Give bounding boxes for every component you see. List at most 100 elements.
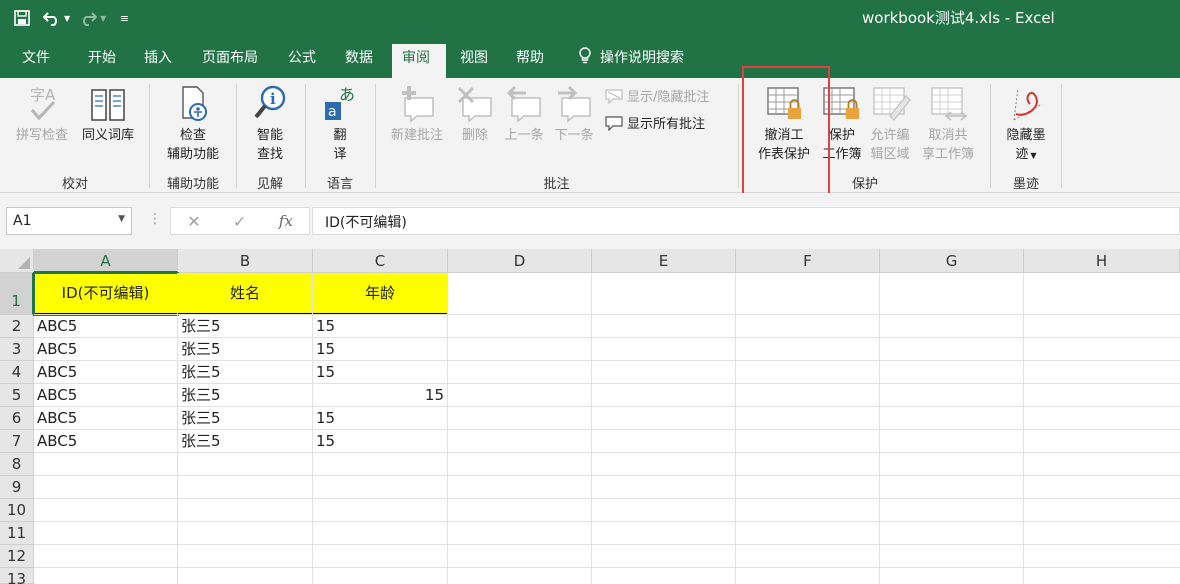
show-all-comments-icon [605,115,623,131]
window-title: workbook测试4.xls - Excel [862,9,1055,27]
enter-icon[interactable]: ✓ [233,212,246,231]
tab-home[interactable]: 开始 [78,44,126,78]
thesaurus-button[interactable]: 同义词库 [76,84,140,145]
cell-a1[interactable]: ID(不可编辑) [33,272,179,316]
next-comment-icon [558,85,591,123]
row-header[interactable]: 9 [0,476,34,499]
cell-b4[interactable]: 张三5 [178,361,313,384]
row-header[interactable]: 4 [0,361,34,384]
cell-c1[interactable]: 年龄 [313,273,448,315]
row-header[interactable]: 12 [0,545,34,568]
row-header[interactable]: 1 [0,273,34,315]
column-header-c[interactable]: C [313,249,448,273]
delete-comment-icon [457,86,492,123]
next-comment-button[interactable]: 下一条 [548,84,600,145]
formula-input[interactable]: ID(不可编辑) [312,207,1180,235]
group-separator [738,84,739,188]
cell-a4[interactable]: ABC5 [34,361,178,384]
show-hide-comment-button[interactable]: 显示/隐藏批注 [605,86,709,105]
book-icon [91,89,125,121]
column-header-h[interactable]: H [1024,249,1180,273]
customize-icon[interactable]: ≡ [112,6,136,30]
insert-function-icon[interactable]: fx [279,212,293,230]
redo-icon[interactable] [76,6,100,30]
tab-file[interactable]: 文件 [12,44,60,78]
cell-c2[interactable]: 15 [313,315,448,338]
row-header[interactable]: 3 [0,338,34,361]
column-header-f[interactable]: F [736,249,880,273]
hide-ink-button[interactable]: 隐藏墨 迹 ▼ [996,84,1056,165]
lightbulb-icon [579,47,591,64]
cell-b5[interactable]: 张三5 [178,384,313,407]
tab-insert[interactable]: 插入 [134,44,182,78]
row-header[interactable]: 7 [0,430,34,453]
row-header[interactable]: 11 [0,522,34,545]
more-icon[interactable]: ⋮ [148,211,162,227]
chevron-down-icon[interactable]: ▼ [118,214,125,224]
row-header[interactable]: 10 [0,499,34,522]
cell-a3[interactable]: ABC5 [34,338,178,361]
redo-dropdown-icon[interactable]: ▼ [100,14,106,23]
delete-comment-button[interactable]: 删除 [452,84,498,145]
cell-a6[interactable]: ABC5 [34,407,178,430]
column-header-d[interactable]: D [448,249,592,273]
cell-c4[interactable]: 15 [313,361,448,384]
column-header-g[interactable]: G [880,249,1024,273]
group-label-ink: 墨迹 [1012,177,1039,192]
show-all-comments-button[interactable]: 显示所有批注 [605,113,705,132]
cell-a2[interactable]: ABC5 [34,315,178,338]
tell-me-label: 操作说明搜索 [600,50,684,66]
check-accessibility-button[interactable]: 检查 辅助功能 [157,84,229,164]
new-comment-button[interactable]: 新建批注 [384,84,450,145]
row-header[interactable]: 5 [0,384,34,407]
cell-b1[interactable]: 姓名 [178,273,313,315]
svg-text:字A: 字A [30,86,56,104]
allow-edit-ranges-button[interactable]: 允许编 辑区域 [864,84,916,164]
column-header-a[interactable]: A [34,249,178,273]
unshare-workbook-button[interactable]: 取消共 享工作簿 [914,84,982,164]
translate-icon: aあ [325,85,355,120]
save-icon[interactable] [10,6,34,30]
column-header-b[interactable]: B [178,249,313,273]
cell-b7[interactable]: 张三5 [178,430,313,453]
tab-review[interactable]: 审阅 [392,44,446,78]
new-comment-icon [402,86,434,123]
cell-c3[interactable]: 15 [313,338,448,361]
translate-button[interactable]: aあ 翻 译 [312,84,368,164]
tab-page-layout[interactable]: 页面布局 [192,44,268,78]
title-bar: ▼ ▼ ≡ workbook测试4.xls - Excel [0,0,1180,36]
cell-c7[interactable]: 15 [313,430,448,453]
cell-a5[interactable]: ABC5 [34,384,178,407]
previous-comment-button[interactable]: 上一条 [498,84,550,145]
group-separator [305,84,306,188]
column-header-e[interactable]: E [592,249,736,273]
row-header[interactable]: 13 [0,568,34,584]
unshare-workbook-icon [931,87,968,121]
undo-icon[interactable] [40,6,64,30]
name-box[interactable]: A1 ▼ [6,207,132,235]
smart-lookup-button[interactable]: i 智能 查找 [242,84,298,164]
undo-dropdown-icon[interactable]: ▼ [64,14,70,23]
tell-me-search[interactable]: 操作说明搜索 [568,44,694,78]
svg-text:a: a [328,104,337,120]
row-header[interactable]: 6 [0,407,34,430]
cell-a7[interactable]: ABC5 [34,430,178,453]
cell-c6[interactable]: 15 [313,407,448,430]
hide-ink-icon [1013,87,1043,121]
row-header[interactable]: 8 [0,453,34,476]
tab-help[interactable]: 帮助 [506,44,554,78]
tab-view[interactable]: 视图 [450,44,498,78]
select-all-corner[interactable] [0,249,34,273]
cell-b6[interactable]: 张三5 [178,407,313,430]
chevron-down-icon: ▼ [1030,151,1037,160]
cell-b3[interactable]: 张三5 [178,338,313,361]
tab-data[interactable]: 数据 [335,44,383,78]
cell-c5[interactable]: 15 [313,384,448,407]
spell-check-button[interactable]: 字A 拼写检查 [10,84,74,145]
tab-formulas[interactable]: 公式 [278,44,326,78]
previous-comment-icon [506,85,541,123]
row-header[interactable]: 2 [0,315,34,338]
accessibility-check-icon [182,86,207,121]
cell-b2[interactable]: 张三5 [178,315,313,338]
cancel-icon[interactable]: ✕ [187,212,200,231]
